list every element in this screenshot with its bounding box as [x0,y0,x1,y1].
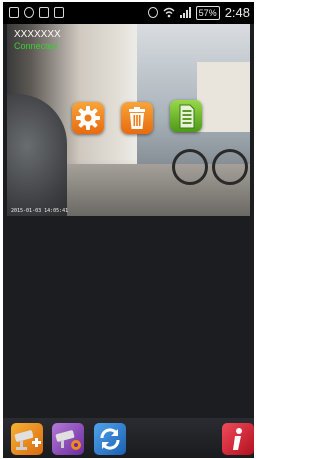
info-icon [233,428,242,450]
delete-button[interactable] [121,102,153,134]
connection-status: Connected [14,41,58,51]
bottom-toolbar [3,418,254,458]
gear-icon [76,106,100,130]
storage-button[interactable] [170,100,202,132]
add-camera-icon [14,430,41,450]
sd-card-icon [179,104,195,129]
status-bar: 57% 2:48 [3,2,254,24]
settings-button[interactable] [72,102,104,134]
sync-icon [24,7,34,18]
sim-icon [9,7,19,18]
camera-settings-icon [55,430,81,450]
mail-icon [54,7,64,18]
trash-icon [129,107,145,129]
system-icons: 57% 2:48 [147,5,250,20]
bicycle-wheel [212,149,248,185]
camera-name: XXXXXXX [14,29,61,40]
car-scene [7,94,67,216]
video-timestamp: 2015-01-03 14:05:41 [11,208,69,214]
camera-view[interactable]: XXXXXXX Connected 2015-01-03 14:05:41 [7,24,250,216]
refresh-button[interactable] [94,423,126,455]
add-camera-button[interactable] [11,423,43,455]
info-button[interactable] [222,423,254,455]
bicycle-wheel [172,149,208,185]
refresh-icon [100,428,120,450]
app-screen: 57% 2:48 XXXXXXX Connected 2015-01-03 14… [3,2,254,458]
signal-icon [179,7,191,18]
house-scene [197,62,250,132]
wifi-icon [163,7,175,18]
camera-settings-button[interactable] [52,423,84,455]
clock: 2:48 [224,5,250,20]
notification-icons [9,7,64,18]
image-icon [39,7,49,18]
alarm-icon [147,7,158,18]
battery-indicator: 57% [195,5,220,20]
